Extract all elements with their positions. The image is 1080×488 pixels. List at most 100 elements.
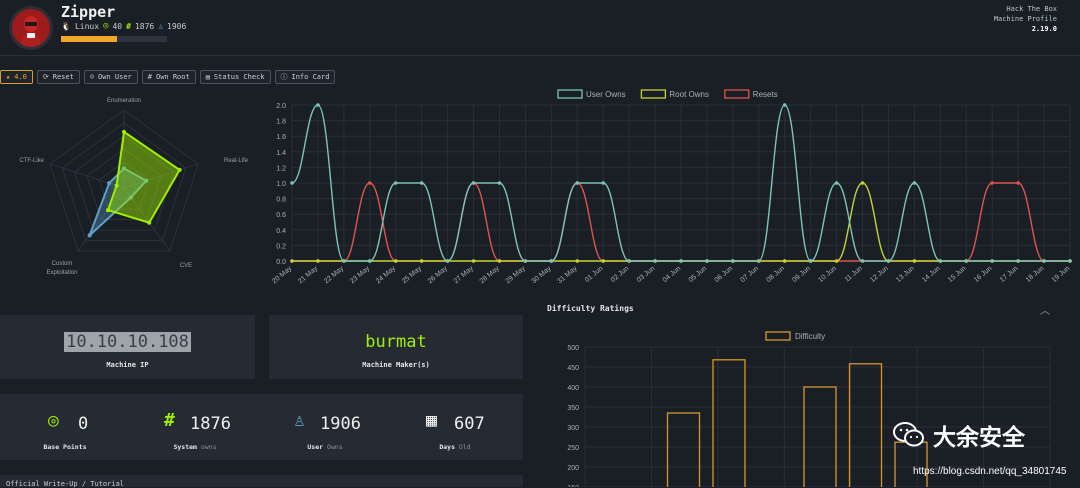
status-icon: ▤ <box>205 73 210 81</box>
y-tick-label: 300 <box>567 425 579 432</box>
series-point <box>471 259 476 263</box>
series-point <box>497 181 502 185</box>
series-point <box>471 181 476 185</box>
own-user-button[interactable]: ☺ Own User <box>83 70 138 84</box>
series-point <box>368 259 372 263</box>
legend-swatch <box>765 331 791 341</box>
series-point <box>679 259 683 263</box>
series-point <box>731 259 735 263</box>
series-point <box>601 181 605 185</box>
progress-bar <box>61 36 167 42</box>
series-point <box>964 259 969 263</box>
watermark-text: 大余安全 <box>933 424 1025 450</box>
legend-swatch <box>724 89 750 99</box>
series-point <box>938 259 943 263</box>
x-tick-label: 30 May <box>531 265 553 285</box>
wechat-icon <box>893 422 924 447</box>
y-tick-label: 450 <box>567 365 579 372</box>
legend-label: Difficulty <box>795 332 825 341</box>
writeup-panel[interactable]: Official Write-Up / Tutorial <box>0 475 523 488</box>
machine-maker-panel: burmat Machine Maker(s) <box>269 315 523 379</box>
series-point <box>886 259 891 263</box>
watermark: 大余安全 <box>893 418 1025 452</box>
y-tick-label: 200 <box>567 465 579 472</box>
machine-ip-panel: 10.10.10.108 Machine IP <box>0 315 255 379</box>
x-tick-label: 23 May <box>349 265 371 285</box>
series-point <box>601 259 605 263</box>
chevron-up-icon[interactable]: ︿ <box>1040 302 1050 317</box>
radar-series-green-point <box>122 129 126 134</box>
series-point <box>393 259 398 263</box>
radar-series-blue-point <box>107 181 112 186</box>
y-tick-label: 1.4 <box>276 150 286 157</box>
x-tick-label: 01 Jun <box>584 265 605 284</box>
series-point <box>653 259 657 263</box>
y-tick-label: 350 <box>567 405 579 412</box>
toolbar-button-label: 4.0 <box>14 73 27 81</box>
radar-axis-label: CTF-Like <box>19 158 44 164</box>
series-point <box>860 259 865 263</box>
stat-label: Days Old <box>439 443 471 451</box>
x-tick-label: 09 Jun <box>791 265 812 284</box>
series-point <box>316 103 320 107</box>
difficulty-bar <box>666 412 701 487</box>
x-tick-label: 22 May <box>323 265 345 285</box>
series-point <box>834 259 839 263</box>
target-icon: ◎ <box>103 21 109 31</box>
series-point <box>342 259 346 263</box>
machine-ip-value[interactable]: 10.10.10.108 <box>64 332 191 352</box>
toolbar-button-label: Own Root <box>155 73 190 81</box>
htb-subtitle: Machine Profile <box>993 15 1057 23</box>
y-tick-label: 2.0 <box>276 103 286 110</box>
legend-label: Root Owns <box>669 90 709 99</box>
series-point <box>834 181 839 185</box>
stat-user-owns: ♙ 1906 User Owns <box>260 400 390 458</box>
series-point <box>757 259 761 263</box>
info-card-button[interactable]: ⓘ Info Card <box>274 70 336 84</box>
x-tick-label: 18 Jun <box>1025 265 1046 284</box>
points-value: 40 <box>112 21 123 31</box>
x-tick-label: 25 May <box>401 265 423 285</box>
series-point <box>316 259 320 263</box>
reset-button[interactable]: ⟳ Reset <box>36 70 80 84</box>
legend-label: User Owns <box>586 90 626 99</box>
stats-panel: ◎ 0 Base Points # 1876 System owns ♙ 190… <box>0 394 523 460</box>
y-tick-label: 1.8 <box>276 119 286 126</box>
toolbar-button-label: Reset <box>52 73 74 81</box>
calendar-icon: ▦ <box>426 410 437 431</box>
machine-meta: 🐧 Linux ◎ 40 # 1876 ♙ 1906 <box>61 21 186 31</box>
x-tick-label: 31 May <box>556 265 578 285</box>
y-tick-label: 1.6 <box>276 134 286 141</box>
x-tick-label: 24 May <box>375 265 397 285</box>
x-tick-label: 17 Jun <box>999 265 1020 284</box>
os-label: Linux <box>74 21 100 31</box>
series-point <box>419 259 424 263</box>
machine-ip-label: Machine IP <box>106 361 149 369</box>
machine-maker-link[interactable]: burmat <box>365 332 426 352</box>
radar-axis-label: CVE <box>180 263 192 269</box>
rating-button[interactable]: ★ 4.0 <box>0 70 33 84</box>
target-icon: ◎ <box>48 410 59 431</box>
own-root-button[interactable]: # Own Root <box>141 70 196 84</box>
stat-days-old: ▦ 607 Days Old <box>390 400 520 458</box>
status-check-button[interactable]: ▤ Status Check <box>199 70 271 84</box>
y-tick-label: 250 <box>567 445 579 452</box>
series-point <box>1068 259 1072 263</box>
series-point <box>549 259 554 263</box>
stat-system-owns: # 1876 System owns <box>130 400 260 458</box>
user-owns-value: 1906 <box>167 21 187 31</box>
difficulty-title: Difficulty Ratings <box>547 304 634 313</box>
difficulty-bar-chart: Difficulty150200250300350400450500 <box>567 331 1051 487</box>
series-point <box>782 259 787 263</box>
series-point <box>808 259 813 263</box>
series-point <box>782 103 787 107</box>
radar-axis-label: Enumeration <box>107 98 141 104</box>
series-point <box>627 259 631 263</box>
series-point <box>1016 181 1020 185</box>
machine-header: Zipper 🐧 Linux ◎ 40 # 1876 ♙ 1906 Hack T… <box>0 0 1080 56</box>
stat-value: 1906 <box>320 414 361 434</box>
legend-swatch <box>557 89 583 99</box>
series-point <box>1016 259 1020 263</box>
x-tick-label: 04 Jun <box>662 265 683 284</box>
radar-axis-label: Custom <box>52 261 73 267</box>
